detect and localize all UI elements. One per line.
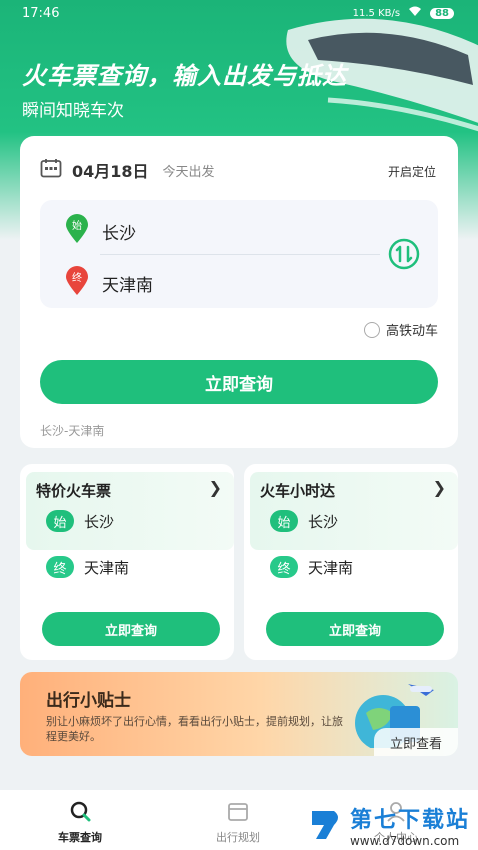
date-selector[interactable]: 04月18日 今天出发	[40, 158, 215, 182]
nav-label: 出行规划	[216, 831, 260, 844]
card-search-button[interactable]: 立即查询	[266, 612, 444, 646]
discount-ticket-card[interactable]: 特价火车票 ❯ 始 长沙 终 天津南 立即查询	[20, 464, 234, 660]
card-to-station[interactable]: 终 天津南	[270, 556, 353, 578]
to-station-name: 天津南	[102, 276, 153, 296]
start-badge: 始	[46, 510, 74, 532]
card-from-name: 长沙	[84, 512, 115, 531]
start-marker-text: 始	[72, 219, 82, 232]
page-subtitle: 瞬间知晓车次	[22, 101, 124, 121]
card-from-name: 长沙	[308, 512, 339, 531]
card-to-station[interactable]: 终 天津南	[46, 556, 129, 578]
divider	[100, 254, 380, 255]
end-badge: 终	[46, 556, 74, 578]
card-to-name: 天津南	[84, 558, 130, 577]
watermark-main: 第七下载站	[349, 808, 470, 833]
site-logo-icon	[311, 811, 338, 839]
tips-desc: 别让小麻烦坏了出行心情，看看出行小贴士，提前规划，让旅程更美好。	[46, 715, 343, 743]
from-station[interactable]: 始 长沙	[64, 214, 136, 249]
site-watermark: 第七下载站 www.d7down.com	[308, 802, 470, 848]
date-hint: 今天出发	[162, 164, 215, 180]
calendar-icon	[40, 158, 62, 182]
card-to-name: 天津南	[308, 558, 354, 577]
calendar-icon	[227, 800, 249, 825]
station-box: 始 长沙 终 天津南	[40, 200, 438, 308]
tips-view-button[interactable]: 立即查看	[374, 728, 458, 756]
page-title: 火车票查询，输入出发与抵达	[22, 62, 347, 90]
watermark-text: 第七下载站 www.d7down.com	[350, 802, 470, 848]
high-speed-label: 高铁动车	[385, 324, 438, 339]
nav-trip-plan[interactable]: 出行规划	[178, 800, 298, 845]
search-card: 04月18日 今天出发 开启定位 始 长沙 终 天津南 高铁动车 立即查询 长沙…	[20, 136, 458, 448]
watermark-sub: www.d7down.com	[349, 834, 460, 848]
high-speed-toggle[interactable]: 高铁动车	[363, 320, 438, 339]
high-speed-radio[interactable]	[363, 321, 380, 338]
swap-icon[interactable]	[388, 238, 420, 270]
start-badge: 始	[270, 510, 298, 532]
from-station-name: 长沙	[102, 224, 136, 244]
card-title: 火车小时达	[260, 482, 336, 500]
search-history[interactable]: 长沙-天津南	[40, 422, 104, 439]
card-title: 特价火车票	[36, 482, 112, 500]
end-badge: 终	[270, 556, 298, 578]
status-time: 17:46	[22, 6, 60, 21]
travel-tips-banner[interactable]: 出行小贴士 别让小麻烦坏了出行心情，看看出行小贴士，提前规划，让旅程更美好。 立…	[20, 672, 458, 756]
hourly-train-card[interactable]: 火车小时达 ❯ 始 长沙 终 天津南 立即查询	[244, 464, 458, 660]
card-from-station[interactable]: 始 长沙	[270, 510, 338, 532]
chevron-right-icon[interactable]: ❯	[433, 478, 446, 497]
chevron-right-icon[interactable]: ❯	[209, 478, 222, 497]
to-station[interactable]: 终 天津南	[64, 266, 153, 301]
card-from-station[interactable]: 始 长沙	[46, 510, 114, 532]
date-value: 04月18日	[72, 162, 149, 181]
end-marker-text: 终	[72, 271, 82, 284]
search-icon	[69, 800, 91, 825]
tips-title: 出行小贴士	[46, 691, 131, 711]
nav-ticket-search[interactable]: 车票查询	[20, 800, 140, 845]
search-button[interactable]: 立即查询	[40, 360, 438, 404]
locate-button[interactable]: 开启定位	[388, 163, 436, 180]
nav-label: 车票查询	[58, 831, 102, 844]
card-search-button[interactable]: 立即查询	[42, 612, 220, 646]
end-pin-icon: 终	[64, 266, 90, 301]
start-pin-icon: 始	[64, 214, 90, 249]
